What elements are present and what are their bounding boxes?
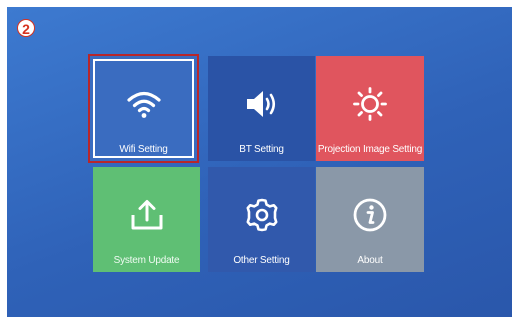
gear-icon xyxy=(238,191,286,239)
tile-label: Wifi Setting xyxy=(119,144,168,155)
step-number-badge: 2 xyxy=(17,19,35,37)
wifi-icon xyxy=(120,80,168,128)
tile-projection-image-setting[interactable]: Projection Image Setting xyxy=(316,56,424,161)
tile-label: About xyxy=(357,255,383,266)
tile-label: System Update xyxy=(113,255,180,266)
tile-system-update[interactable]: System Update xyxy=(93,167,200,272)
tile-label: Other Setting xyxy=(233,255,290,266)
tile-other-setting[interactable]: Other Setting xyxy=(208,167,315,272)
tile-label: Projection Image Setting xyxy=(317,144,423,155)
brightness-icon xyxy=(346,80,394,128)
speaker-icon xyxy=(238,80,286,128)
tile-wifi-setting[interactable]: Wifi Setting xyxy=(88,54,199,163)
tile-about[interactable]: About xyxy=(316,167,424,272)
tile-label: BT Setting xyxy=(239,144,284,155)
upload-icon xyxy=(123,191,171,239)
projector-settings-screen: 2 Wifi Setting BT Setting Projection Ima… xyxy=(7,7,512,317)
info-icon xyxy=(346,191,394,239)
tile-bt-setting[interactable]: BT Setting xyxy=(208,56,315,161)
